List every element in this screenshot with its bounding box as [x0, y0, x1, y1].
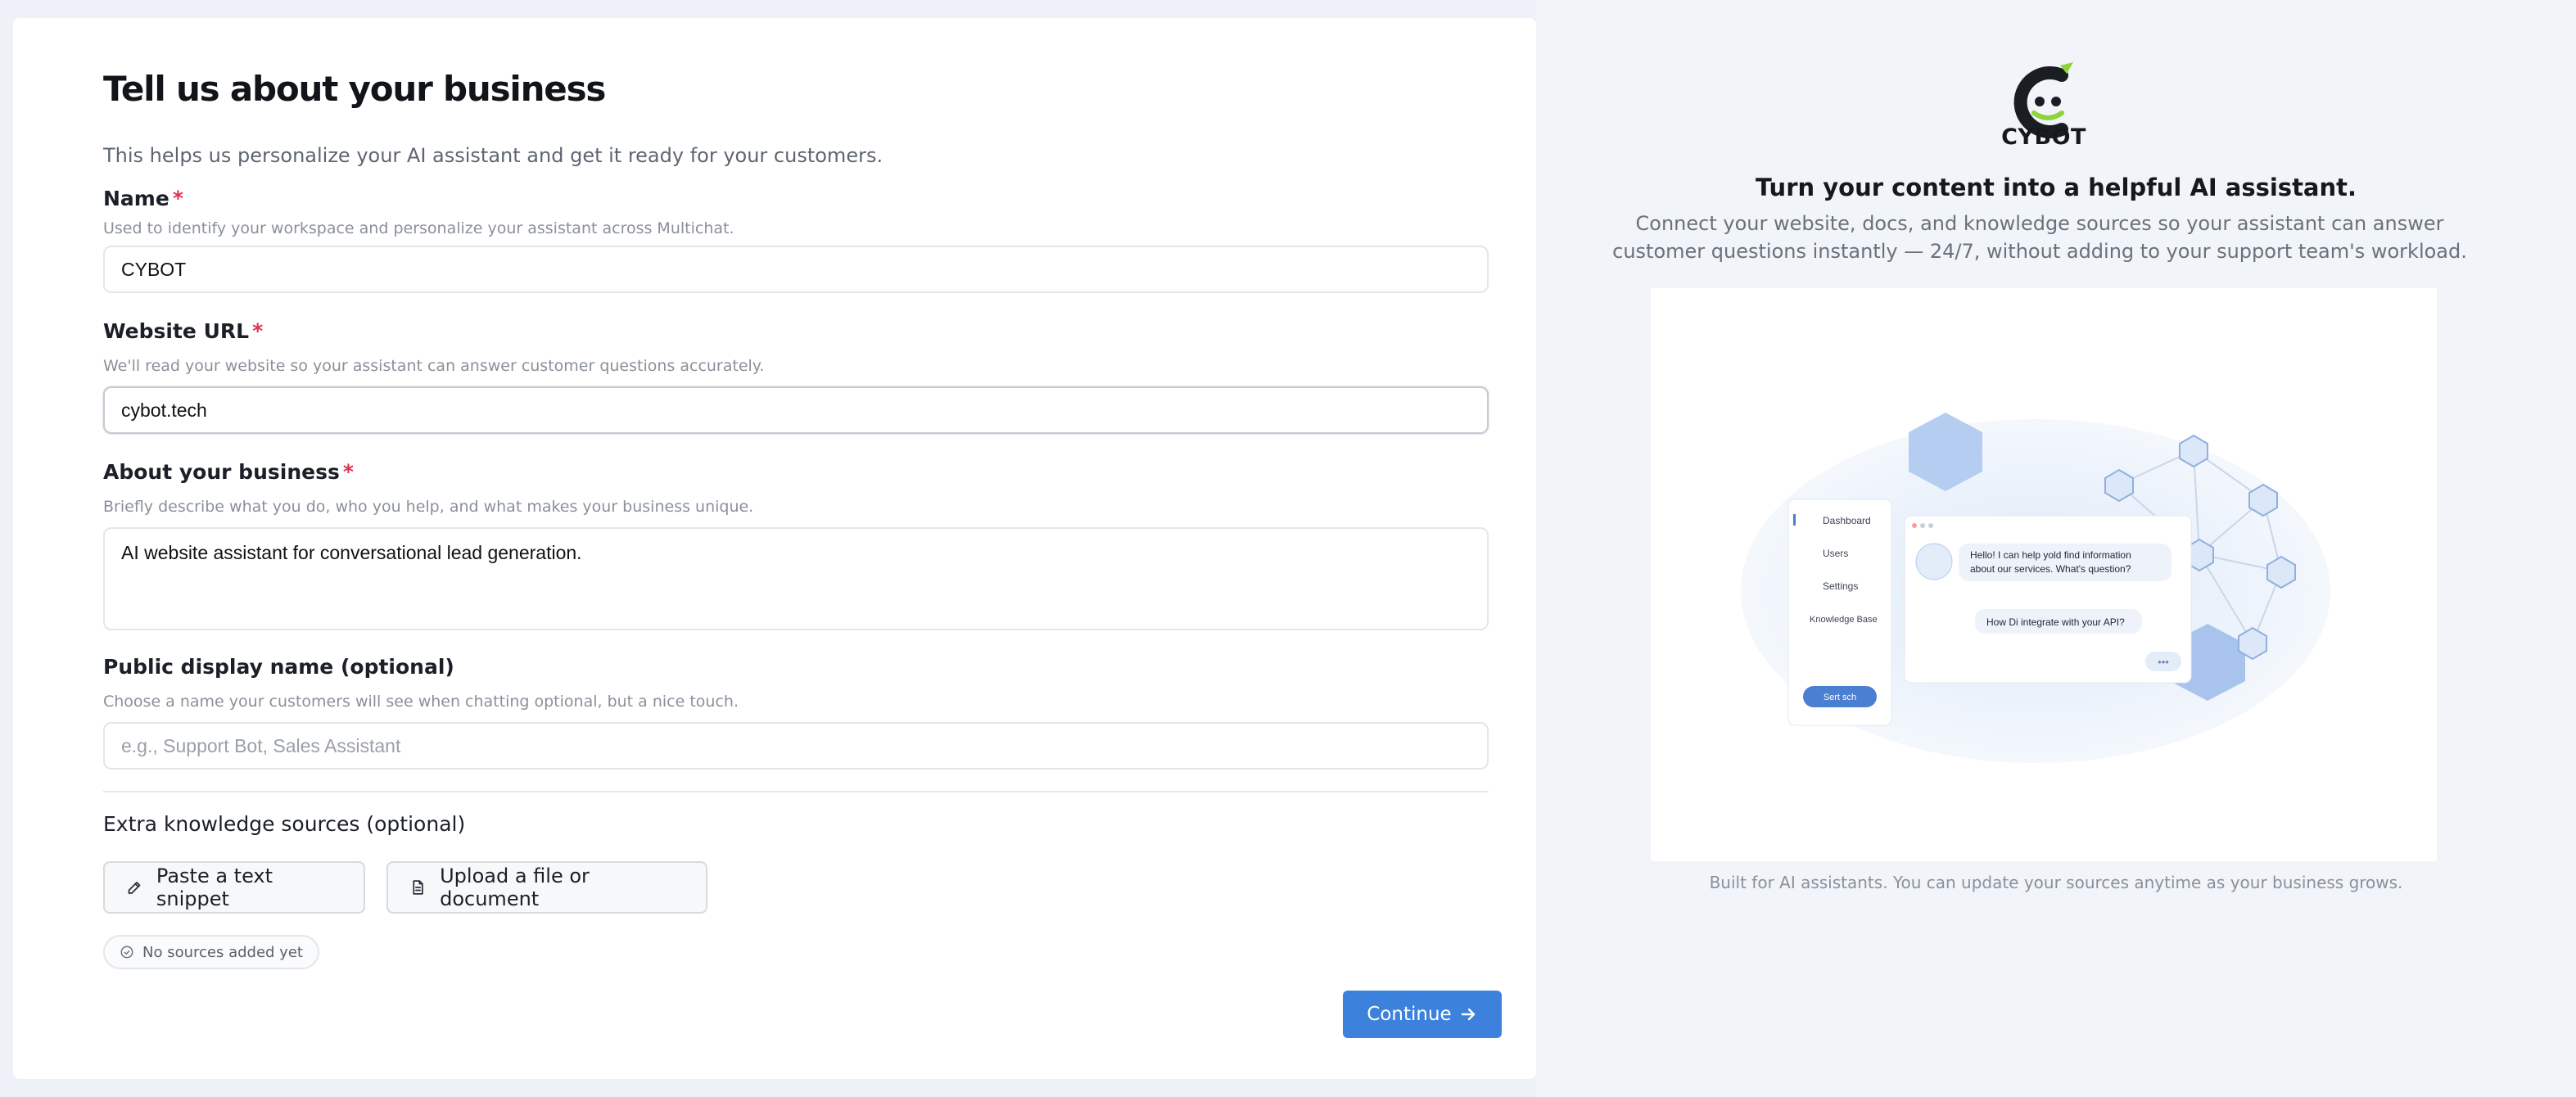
about-help: Briefly describe what you do, who you he…: [103, 498, 754, 516]
website-label: Website URL *: [103, 319, 263, 343]
arrow-right-icon: [1461, 1008, 1475, 1021]
mock-sidebar-knowledge: Knowledge Base: [1810, 615, 1878, 625]
upload-file-label: Upload a file or document: [440, 865, 590, 910]
brand-name: CYBOT: [2001, 124, 2086, 150]
display-name-placeholder: e.g., Support Bot, Sales Assistant: [121, 734, 401, 756]
window-dot-gray: [1928, 523, 1933, 528]
illustration-graphic: Dashboard Users Settings Knowledge Base …: [1741, 413, 2330, 763]
website-input[interactable]: cybot.tech: [103, 386, 1489, 434]
bot-message-line-1: Hello! I can help yold find information: [1970, 549, 2131, 561]
website-help: We'll read your website so your assistan…: [103, 357, 765, 375]
about-label-text: About your business: [103, 460, 340, 484]
about-textarea[interactable]: AI website assistant for conversational …: [103, 527, 1489, 630]
mock-sidebar-settings: Settings: [1823, 580, 1858, 592]
check-circle-icon: [120, 946, 133, 959]
display-name-input[interactable]: e.g., Support Bot, Sales Assistant: [103, 722, 1489, 770]
pencil-icon: [128, 882, 141, 894]
name-label-text: Name: [103, 187, 169, 210]
section-divider: [103, 791, 1489, 792]
website-label-text: Website URL: [103, 319, 250, 343]
product-illustration: Dashboard Users Settings Knowledge Base …: [1651, 288, 2437, 861]
mock-sidebar-users: Users: [1823, 548, 1848, 559]
page-title: Tell us about your business: [103, 69, 606, 109]
name-label: Name *: [103, 187, 183, 210]
continue-label: Continue: [1367, 1004, 1452, 1025]
display-name-help: Choose a name your customers will see wh…: [103, 693, 739, 711]
required-mark: *: [342, 460, 354, 484]
active-indicator: [1793, 514, 1796, 526]
aside-title: Turn your content into a helpful AI assi…: [1755, 174, 2357, 201]
onboarding-form-panel: Tell us about your business This helps u…: [13, 18, 1536, 1079]
mock-search-label: Sert sch: [1824, 693, 1856, 702]
required-mark: *: [172, 187, 183, 210]
name-help: Used to identify your workspace and pers…: [103, 219, 734, 237]
about-textarea-value: AI website assistant for conversational …: [121, 542, 582, 563]
bot-message-line-2: about our services. What's question?: [1970, 563, 2131, 575]
page-subtitle: This helps us personalize your AI assist…: [103, 144, 884, 167]
mock-sidebar-dashboard: Dashboard: [1823, 515, 1871, 526]
bot-avatar: [1915, 543, 1953, 580]
user-message-text: How Di integrate with your API?: [1986, 616, 2125, 628]
paste-snippet-label: Paste a text snippet: [156, 865, 273, 910]
name-input-value: CYBOT: [121, 258, 187, 280]
website-input-value: cybot.tech: [121, 399, 207, 421]
sources-status-text: No sources added yet: [142, 943, 303, 961]
document-icon: [413, 880, 423, 895]
upload-file-button[interactable]: Upload a file or document: [386, 861, 707, 914]
about-label: About your business *: [103, 460, 354, 484]
sources-status-badge: No sources added yet: [103, 935, 319, 969]
name-input[interactable]: CYBOT: [103, 246, 1489, 293]
typing-dots: •••: [2158, 656, 2169, 668]
window-dot-red: [1912, 523, 1917, 528]
continue-button[interactable]: Continue: [1343, 991, 1502, 1038]
paste-snippet-button[interactable]: Paste a text snippet: [103, 861, 365, 914]
window-dot-gray: [1920, 523, 1925, 528]
required-mark: *: [252, 319, 264, 343]
display-name-label: Public display name (optional): [103, 655, 454, 679]
aside-description: Connect your website, docs, and knowledg…: [1612, 212, 2467, 263]
extra-sources-label: Extra knowledge sources (optional): [103, 812, 466, 836]
aside-caption: Built for AI assistants. You can update …: [1709, 873, 2403, 892]
intro-aside: CYBOT Turn your content into a helpful A…: [1536, 0, 2576, 1097]
